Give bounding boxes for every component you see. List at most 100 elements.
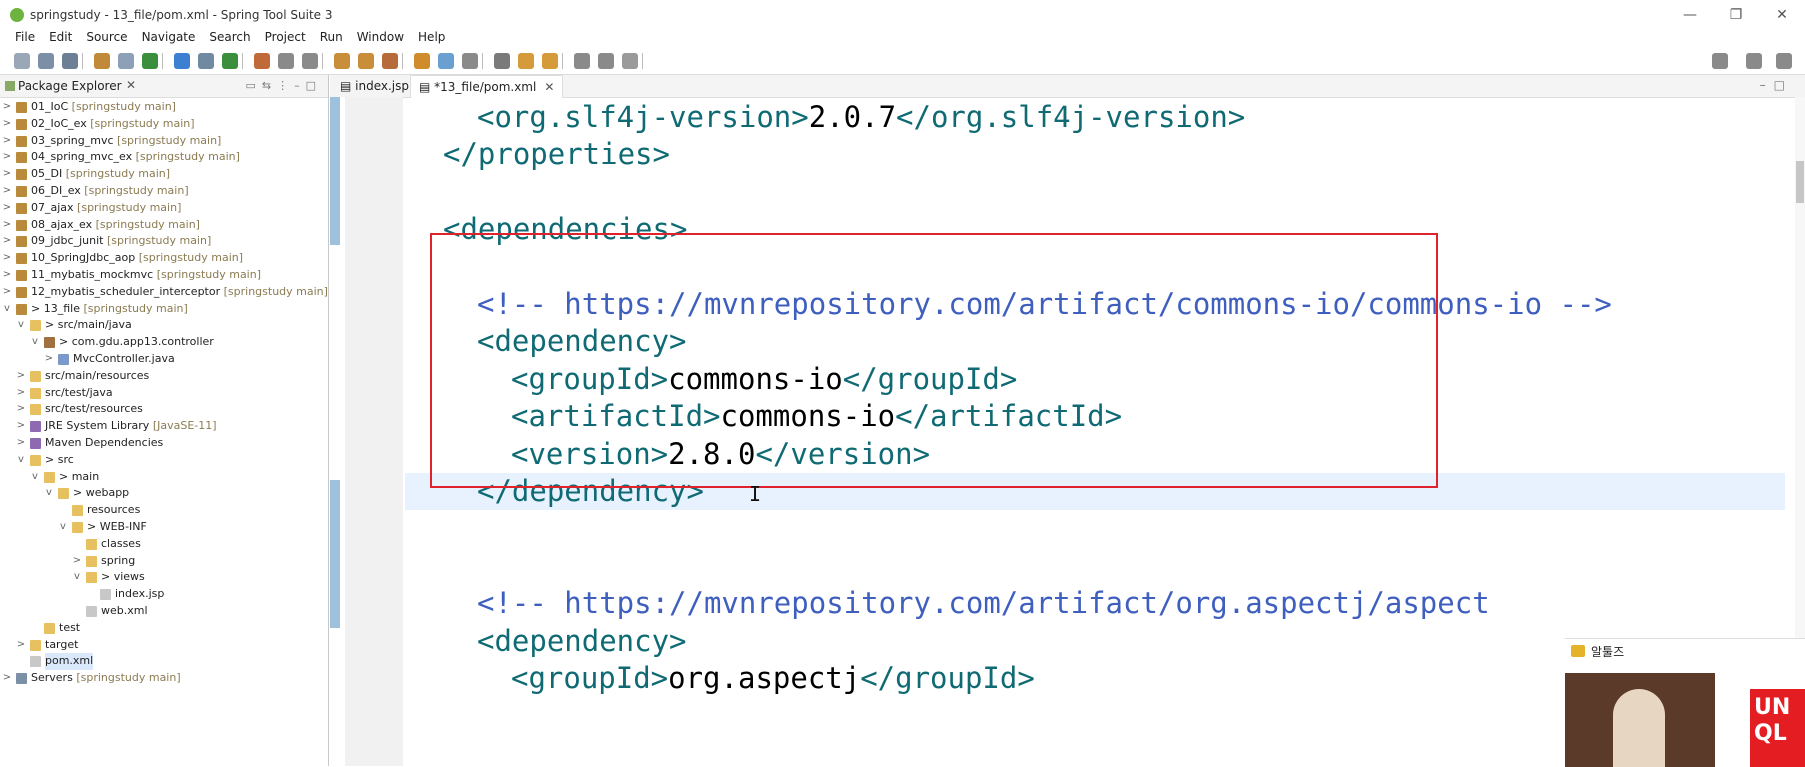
toolbar-button-icon[interactable] [38, 53, 54, 69]
tree-item[interactable]: v > main [0, 469, 328, 486]
code-line[interactable]: 16<org.slf4j-version>2.0.7</org.slf4j-ve… [405, 99, 1785, 136]
code-line[interactable]: 17</properties> [405, 136, 1785, 173]
close-icon[interactable]: ✕ [544, 80, 554, 94]
tree-item[interactable]: >09_jdbc_junit [springstudy main] [0, 233, 328, 250]
chevron-right-icon[interactable]: > [2, 250, 12, 267]
tree-item[interactable]: >12_mybatis_scheduler_interceptor [sprin… [0, 284, 328, 301]
menu-help[interactable]: Help [413, 28, 450, 48]
chevron-right-icon[interactable]: > [2, 670, 12, 687]
tree-item[interactable]: > src/main/resources [0, 368, 328, 385]
chevron-down-icon[interactable]: v [16, 317, 26, 334]
tree-item[interactable]: >11_mybatis_mockmvc [springstudy main] [0, 267, 328, 284]
ad-banner[interactable]: UN QL [1750, 689, 1805, 767]
code-line[interactable]: 29<!-- https://mvnrepository.com/artifac… [405, 585, 1785, 622]
toolbar-button-icon[interactable] [518, 53, 534, 69]
menu-edit[interactable]: Edit [44, 28, 77, 48]
tree-item[interactable]: > JRE System Library [JavaSE-11] [0, 418, 328, 435]
tree-item[interactable]: >05_DI [springstudy main] [0, 166, 328, 183]
chevron-right-icon[interactable]: > [2, 99, 12, 116]
code-line[interactable]: 27 [405, 510, 1785, 547]
tree-item[interactable]: > Servers [springstudy main] [0, 670, 328, 687]
package-explorer-tab[interactable]: Package Explorer ✕ ▭⇆⋮–□ [0, 75, 328, 98]
code-line[interactable]: 28 [405, 548, 1785, 585]
chevron-down-icon[interactable]: v [2, 301, 12, 318]
toolbar-button-icon[interactable] [222, 53, 238, 69]
tree-item[interactable]: > spring [0, 553, 328, 570]
toolbar-button-icon[interactable] [142, 53, 158, 69]
chevron-down-icon[interactable]: v [58, 519, 68, 536]
chevron-right-icon[interactable]: > [16, 418, 26, 435]
toolbar-button-icon[interactable] [622, 53, 638, 69]
code-line[interactable]: 18 [405, 174, 1785, 211]
view-actions[interactable]: ▭⇆⋮–□ [245, 79, 322, 92]
perspective-icon[interactable] [1746, 53, 1762, 69]
chevron-down-icon[interactable]: v [30, 469, 40, 486]
tree-item[interactable]: v > webapp [0, 485, 328, 502]
tree-item[interactable]: index.jsp [0, 586, 328, 603]
toolbar-button-icon[interactable] [382, 53, 398, 69]
chevron-right-icon[interactable]: > [44, 351, 54, 368]
toolbar-button-icon[interactable] [574, 53, 590, 69]
toolbar-button-icon[interactable] [358, 53, 374, 69]
perspective-icon[interactable] [1776, 53, 1792, 69]
perspective-icon[interactable] [1712, 53, 1728, 69]
scrollbar-thumb[interactable] [1796, 161, 1804, 203]
toolbar-button-icon[interactable] [438, 53, 454, 69]
tree-item[interactable]: v > src [0, 452, 328, 469]
editor-tab[interactable]: ▤ *13_file/pom.xml ✕ [410, 75, 564, 98]
tree-item[interactable]: resources [0, 502, 328, 519]
menu-file[interactable]: File [10, 28, 40, 48]
editor-tab[interactable]: ▤ index.jsp [332, 75, 417, 97]
tree-item[interactable]: web.xml [0, 603, 328, 620]
close-icon[interactable]: ✕ [126, 78, 136, 92]
tree-item[interactable]: > MvcController.java [0, 351, 328, 368]
chevron-right-icon[interactable]: > [16, 435, 26, 452]
tree-item[interactable]: > target [0, 637, 328, 654]
chevron-right-icon[interactable]: > [2, 267, 12, 284]
chevron-right-icon[interactable]: > [16, 385, 26, 402]
tree-item[interactable]: v > com.gdu.app13.controller [0, 334, 328, 351]
minimize-button[interactable]: — [1667, 0, 1713, 30]
close-button[interactable]: ✕ [1759, 0, 1805, 30]
tree-item[interactable]: v > WEB-INF [0, 519, 328, 536]
chevron-right-icon[interactable]: > [16, 401, 26, 418]
menu-source[interactable]: Source [81, 28, 132, 48]
tree-item[interactable]: v > views [0, 569, 328, 586]
tree-item[interactable]: v > src/main/java [0, 317, 328, 334]
chevron-right-icon[interactable]: > [2, 233, 12, 250]
toolbar-button-icon[interactable] [118, 53, 134, 69]
menu-project[interactable]: Project [260, 28, 311, 48]
toolbar-button-icon[interactable] [62, 53, 78, 69]
tree-item[interactable]: >03_spring_mvc [springstudy main] [0, 133, 328, 150]
toolbar-button-icon[interactable] [334, 53, 350, 69]
chevron-down-icon[interactable]: v [16, 452, 26, 469]
chevron-right-icon[interactable]: > [2, 133, 12, 150]
chevron-right-icon[interactable]: > [2, 149, 12, 166]
toolbar-button-icon[interactable] [14, 53, 30, 69]
chevron-down-icon[interactable]: v [44, 485, 54, 502]
restore-button[interactable]: ❐ [1713, 0, 1759, 30]
tree-item[interactable]: classes [0, 536, 328, 553]
chevron-right-icon[interactable]: > [16, 368, 26, 385]
tree-item[interactable]: >06_DI_ex [springstudy main] [0, 183, 328, 200]
tree-item[interactable]: >04_spring_mvc_ex [springstudy main] [0, 149, 328, 166]
toolbar-button-icon[interactable] [414, 53, 430, 69]
tree-item[interactable]: >10_SpringJdbc_aop [springstudy main] [0, 250, 328, 267]
chevron-right-icon[interactable]: > [16, 637, 26, 654]
toolbar-button-icon[interactable] [94, 53, 110, 69]
tree-item[interactable]: >01_IoC [springstudy main] [0, 99, 328, 116]
chevron-right-icon[interactable]: > [2, 217, 12, 234]
editor-window-controls[interactable]: –□ [1760, 78, 1793, 92]
tree-item[interactable]: >02_IoC_ex [springstudy main] [0, 116, 328, 133]
tree-item[interactable]: > src/test/java [0, 385, 328, 402]
tree-item[interactable]: >08_ajax_ex [springstudy main] [0, 217, 328, 234]
menu-window[interactable]: Window [352, 28, 409, 48]
toolbar-button-icon[interactable] [198, 53, 214, 69]
toolbar-button-icon[interactable] [278, 53, 294, 69]
chevron-right-icon[interactable]: > [2, 166, 12, 183]
toolbar-button-icon[interactable] [542, 53, 558, 69]
toolbar-button-icon[interactable] [494, 53, 510, 69]
toolbar-button-icon[interactable] [302, 53, 318, 69]
toolbar-button-icon[interactable] [174, 53, 190, 69]
chevron-right-icon[interactable]: > [2, 183, 12, 200]
